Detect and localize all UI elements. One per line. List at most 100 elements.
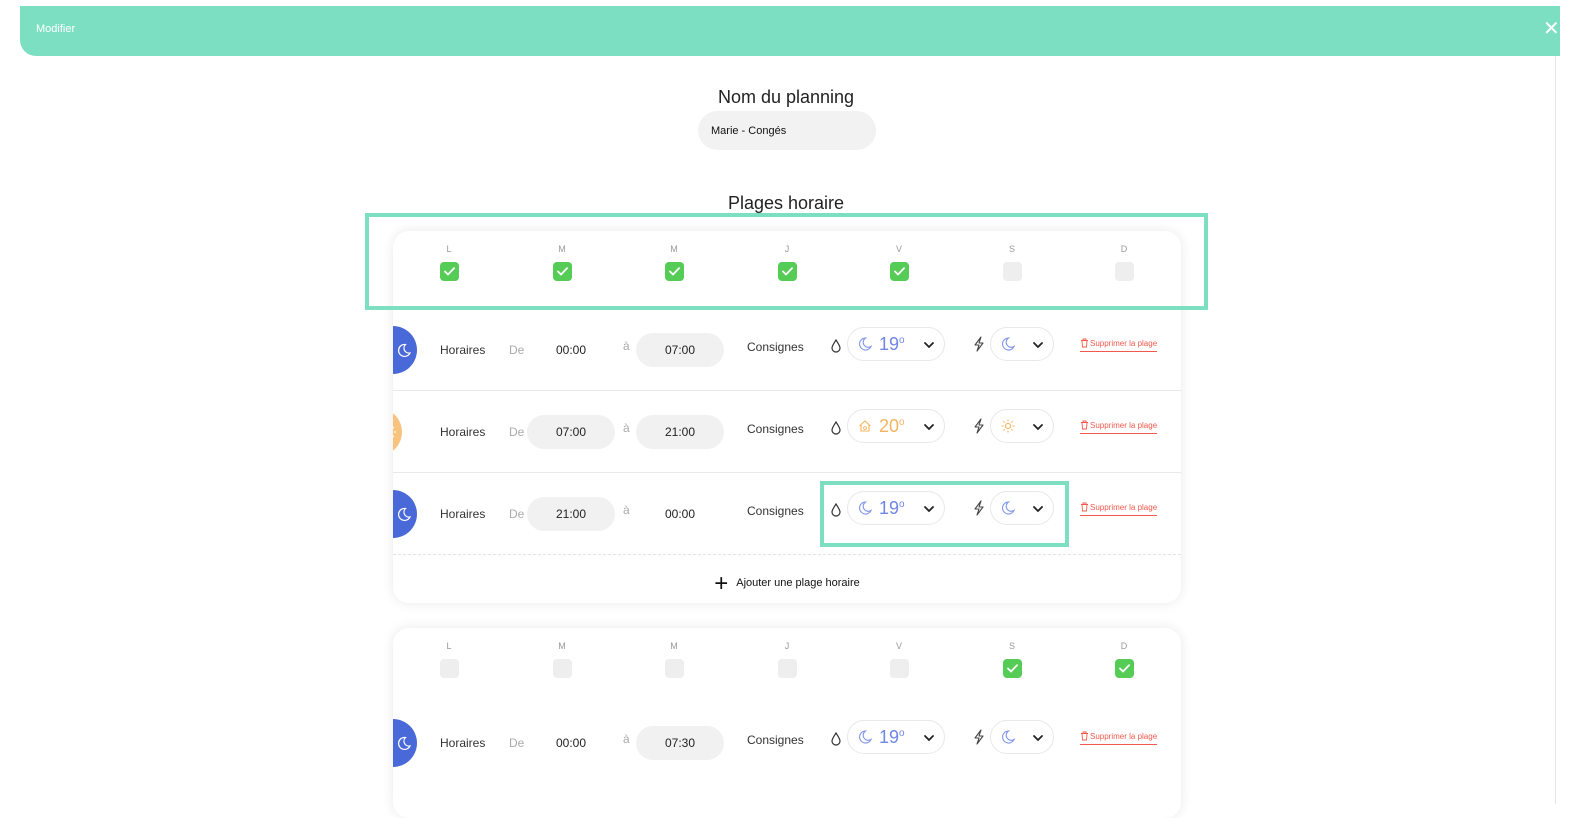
moon-icon [1000,729,1016,745]
day-checkbox[interactable] [1002,262,1022,281]
add-slot-label: Ajouter une plage horaire [736,577,860,589]
slots-title: Plages horaire [727,193,845,213]
comfort-drop-icon [830,502,842,522]
mode-select[interactable] [990,720,1054,754]
from-label: De [509,343,525,357]
delete-slot-link[interactable]: Supprimer la plage [1080,338,1158,352]
from-label: De [509,736,525,750]
check-icon [556,267,568,276]
day-selector: LMMJVSD [393,231,1181,309]
day-column: L [434,243,464,281]
delete-slot-link[interactable]: Supprimer la plage [1080,502,1158,516]
check-icon [668,267,680,276]
header-bar: Modifier ✕ [20,6,1560,56]
mode-select[interactable] [990,491,1054,525]
day-checkbox[interactable] [552,262,572,281]
day-checkbox[interactable] [1114,659,1134,678]
day-column: M [547,640,577,678]
boost-bolt-icon [973,729,985,750]
to-label: à [623,503,630,517]
check-icon [1118,664,1130,673]
check-icon [1006,664,1018,673]
temperature-value: 19 [879,333,900,354]
to-time-field[interactable]: 21:00 [636,415,724,449]
slot-row: Horaires De 21:00 à 00:00 Consignes 19o Supprim… [393,473,1181,555]
from-time-field[interactable]: 00:00 [527,726,615,760]
to-time-field[interactable]: 00:00 [636,497,724,531]
header-title: Modifier [36,23,76,35]
from-time-field[interactable]: 00:00 [527,333,615,367]
delete-slot-label: Supprimer la plage [1090,421,1158,430]
day-column: D [1109,243,1139,281]
day-checkbox[interactable] [889,659,909,678]
day-letter: J [784,244,790,254]
temperature-select[interactable]: 20o [847,409,945,443]
mode-select[interactable] [990,327,1054,361]
comfort-drop-icon [830,420,842,440]
check-icon [893,267,905,276]
day-column: J [772,243,802,281]
trash-icon [1080,338,1090,348]
mode-badge [393,326,417,374]
day-checkbox[interactable] [1114,262,1134,281]
temperature-select[interactable]: 19o [847,491,945,525]
consignes-label: Consignes [747,733,804,747]
to-time-field[interactable]: 07:00 [636,333,724,367]
day-column: J [772,640,802,678]
day-checkbox[interactable] [664,262,684,281]
day-column: M [547,243,577,281]
add-slot-button[interactable]: + Ajouter une plage horaire [393,558,1181,603]
temperature-select[interactable]: 19o [847,720,945,754]
day-checkbox[interactable] [439,262,459,281]
planning-name-input[interactable] [698,111,876,150]
home-icon [857,418,873,434]
day-checkbox[interactable] [439,659,459,678]
day-letter: S [1008,244,1015,254]
from-label: De [509,507,525,521]
horaires-label: Horaires [440,507,486,521]
day-column: V [884,243,914,281]
day-checkbox[interactable] [889,262,909,281]
chevron-down-icon [923,420,935,438]
delete-slot-label: Supprimer la plage [1090,339,1158,348]
mode-select[interactable] [990,409,1054,443]
day-letter: D [1120,641,1128,651]
planning-name-label: Nom du planning [717,87,855,107]
moon-icon [1000,500,1016,516]
moon-icon [857,500,873,516]
chevron-down-icon [1032,420,1044,438]
close-icon[interactable]: ✕ [1543,19,1560,39]
delete-slot-link[interactable]: Supprimer la plage [1080,420,1158,434]
moon-icon [857,729,873,745]
day-letter: L [446,641,452,651]
consignes-label: Consignes [747,422,804,436]
day-checkbox[interactable] [777,262,797,281]
chevron-down-icon [1032,502,1044,520]
temperature-value: 20 [879,415,900,436]
chevron-down-icon [1032,338,1044,356]
plus-icon: + [714,570,729,597]
day-column: M [659,640,689,678]
to-label: à [623,339,630,353]
chevron-down-icon [923,731,935,749]
from-time-field[interactable]: 07:00 [527,415,615,449]
delete-slot-link[interactable]: Supprimer la plage [1080,731,1158,745]
day-letter: V [895,244,902,254]
day-letter: M [670,641,678,651]
to-label: à [623,421,630,435]
mode-badge [393,408,402,456]
day-letter: M [558,244,566,254]
day-checkbox[interactable] [777,659,797,678]
temperature-value: 19 [879,497,900,518]
to-time-field[interactable]: 07:30 [636,726,724,760]
day-checkbox[interactable] [1002,659,1022,678]
day-column: S [997,640,1027,678]
day-checkbox[interactable] [664,659,684,678]
from-time-field[interactable]: 21:00 [527,497,615,531]
temperature-select[interactable]: 19o [847,327,945,361]
mode-badge [393,719,417,767]
day-letter: S [1008,641,1015,651]
delete-slot-label: Supprimer la plage [1090,503,1158,512]
moon-icon [857,336,873,352]
day-checkbox[interactable] [552,659,572,678]
